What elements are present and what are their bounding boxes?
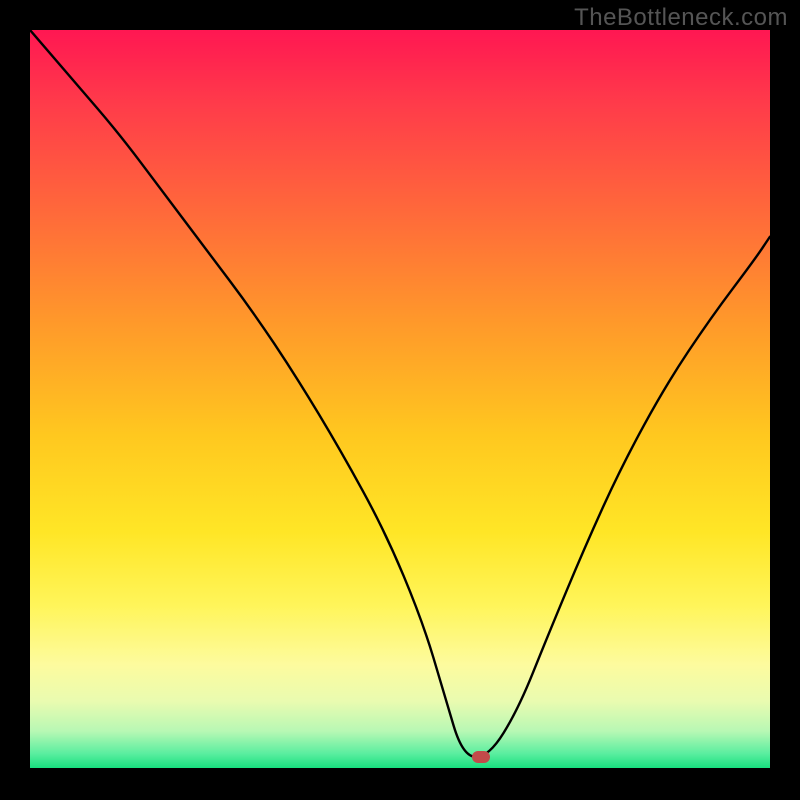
- curve-layer: [30, 30, 770, 768]
- bottleneck-curve: [30, 30, 770, 757]
- chart-frame: TheBottleneck.com: [0, 0, 800, 800]
- optimum-marker: [472, 751, 490, 763]
- watermark-text: TheBottleneck.com: [574, 4, 788, 32]
- plot-area: [30, 30, 770, 768]
